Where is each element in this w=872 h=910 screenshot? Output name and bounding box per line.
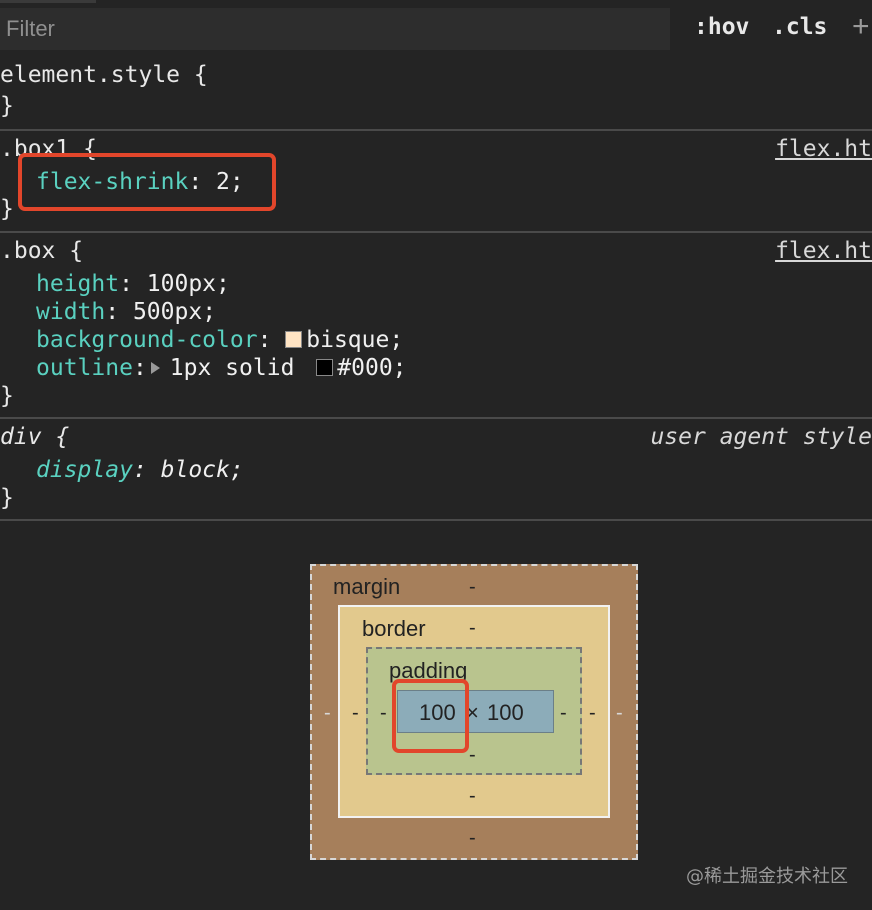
rule-close-brace: } bbox=[0, 196, 14, 222]
source-link-box1[interactable]: flex.ht bbox=[775, 135, 872, 163]
padding-label: padding bbox=[389, 658, 468, 683]
margin-label: margin bbox=[333, 574, 401, 599]
selector-element-style[interactable]: element.style { bbox=[0, 61, 208, 89]
declaration-background-color[interactable]: background-color: bisque; bbox=[36, 326, 403, 354]
padding-left-value[interactable]: - bbox=[380, 702, 387, 725]
property-name[interactable]: flex-shrink bbox=[36, 169, 188, 195]
margin-right-value[interactable]: - bbox=[616, 702, 623, 725]
padding-right-value[interactable]: - bbox=[560, 702, 567, 725]
border-label: border bbox=[362, 616, 426, 641]
rule-div-user-agent: div { user agent style display: block; } bbox=[0, 423, 872, 518]
watermark: @稀土掘金技术社区 bbox=[686, 866, 848, 887]
rule-box: .box { flex.ht height: 100px; width: 500… bbox=[0, 237, 872, 413]
declaration-height[interactable]: height: 100px; bbox=[36, 270, 230, 298]
property-value[interactable]: 2; bbox=[216, 169, 244, 195]
padding-bottom-value[interactable]: - bbox=[469, 744, 476, 767]
property-name[interactable]: height bbox=[36, 271, 119, 297]
selector-box1[interactable]: .box1 { bbox=[0, 135, 97, 163]
content-times-sign: × bbox=[466, 700, 479, 725]
declaration-outline[interactable]: outline: 1px solid #000; bbox=[36, 354, 407, 382]
selector-div: div { bbox=[0, 424, 70, 450]
property-value[interactable]: 100px; bbox=[147, 271, 230, 297]
rule-divider bbox=[0, 129, 872, 131]
border-bottom-value[interactable]: - bbox=[469, 785, 476, 808]
property-value[interactable]: bisque; bbox=[306, 327, 403, 353]
content-width-value[interactable]: 100 bbox=[419, 700, 456, 726]
margin-top-value[interactable]: - bbox=[469, 576, 476, 599]
expand-triangle-icon[interactable] bbox=[150, 361, 160, 374]
property-name[interactable]: width bbox=[36, 299, 105, 325]
filter-input[interactable] bbox=[0, 8, 670, 50]
border-right-value[interactable]: - bbox=[589, 702, 596, 725]
tab-indicator bbox=[0, 0, 96, 3]
rule-box1: .box1 { flex.ht flex-shrink: 2; } bbox=[0, 135, 872, 230]
declaration-width[interactable]: width: 500px; bbox=[36, 298, 216, 326]
rule-close-brace: } bbox=[0, 93, 14, 119]
declaration-flex-shrink[interactable]: flex-shrink: 2; bbox=[36, 168, 244, 196]
border-top-value[interactable]: - bbox=[469, 617, 476, 640]
property-value: block; bbox=[160, 457, 244, 483]
margin-bottom-value[interactable]: - bbox=[469, 827, 476, 850]
rule-divider bbox=[0, 231, 872, 233]
rule-divider bbox=[0, 417, 872, 419]
property-name[interactable]: background-color bbox=[36, 327, 258, 353]
property-name[interactable]: outline bbox=[36, 355, 133, 381]
hov-toggle-button[interactable]: :hov bbox=[694, 14, 749, 40]
rule-close-brace: } bbox=[0, 485, 14, 511]
property-value[interactable]: 1px solid bbox=[170, 355, 308, 381]
border-left-value[interactable]: - bbox=[352, 702, 359, 725]
rule-divider bbox=[0, 519, 872, 521]
styles-toolbar: :hov .cls + bbox=[0, 0, 872, 56]
property-value-color[interactable]: #000; bbox=[337, 355, 406, 381]
rule-element-style: element.style { } bbox=[0, 60, 872, 128]
property-value[interactable]: 500px; bbox=[133, 299, 216, 325]
selector-box[interactable]: .box { bbox=[0, 237, 83, 265]
source-link-box[interactable]: flex.ht bbox=[775, 237, 872, 265]
declaration-display: display: block; bbox=[36, 457, 244, 483]
property-name: display bbox=[36, 457, 133, 483]
source-user-agent: user agent style bbox=[650, 424, 872, 450]
color-swatch-bisque[interactable] bbox=[285, 331, 303, 348]
content-height-value[interactable]: 100 bbox=[487, 700, 524, 726]
cls-toggle-button[interactable]: .cls bbox=[772, 14, 827, 40]
rule-close-brace: } bbox=[0, 383, 14, 409]
new-rule-button[interactable]: + bbox=[852, 10, 870, 44]
margin-left-value[interactable]: - bbox=[324, 702, 331, 725]
color-swatch-black[interactable] bbox=[316, 359, 334, 376]
